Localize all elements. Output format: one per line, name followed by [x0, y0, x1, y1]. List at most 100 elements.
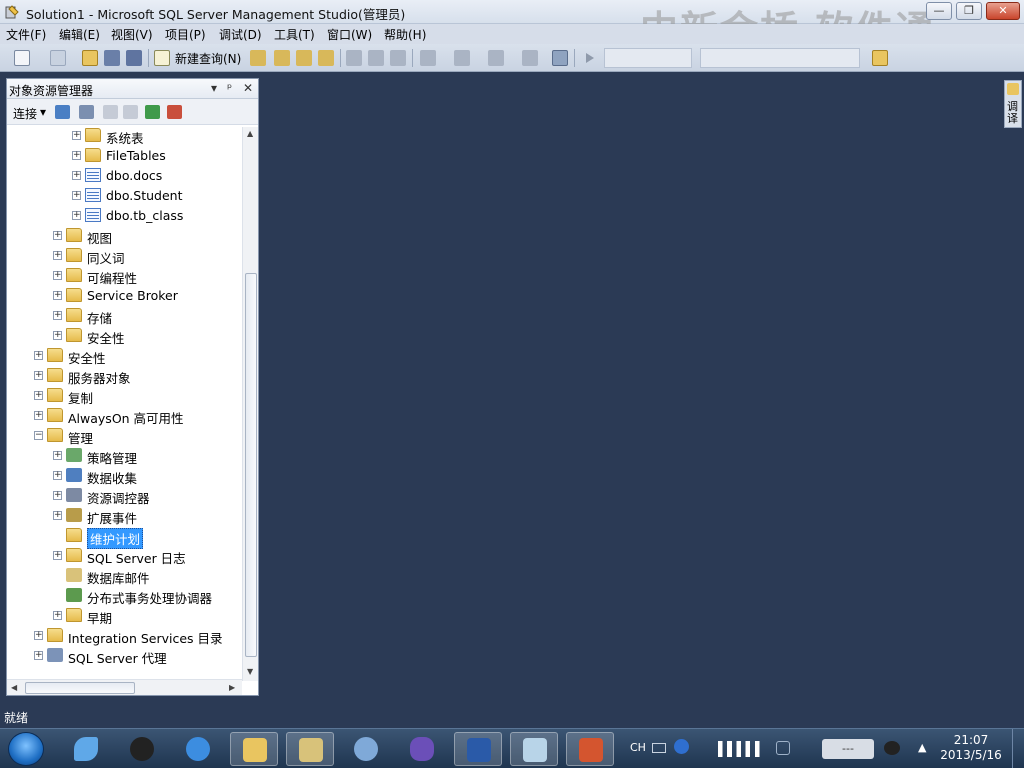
- expand-icon[interactable]: +: [72, 131, 81, 140]
- expand-icon[interactable]: +: [72, 191, 81, 200]
- expand-icon[interactable]: +: [53, 451, 62, 460]
- database-dropdown[interactable]: [700, 48, 860, 68]
- expand-icon[interactable]: +: [72, 171, 81, 180]
- expand-icon[interactable]: +: [72, 211, 81, 220]
- paste-icon[interactable]: [390, 50, 406, 66]
- analysis-dmx-query-icon[interactable]: [296, 50, 312, 66]
- vertical-scroll-thumb[interactable]: [245, 273, 257, 657]
- horizontal-scrollbar[interactable]: ◀ ▶: [7, 679, 242, 695]
- expand-icon[interactable]: +: [34, 411, 43, 420]
- side-panel-tab[interactable]: 调译: [1004, 80, 1022, 128]
- connect-button[interactable]: 连接: [13, 105, 37, 122]
- expand-icon[interactable]: +: [53, 511, 62, 520]
- expand-icon[interactable]: +: [53, 331, 62, 340]
- clock[interactable]: 21:07 2013/5/16: [940, 733, 1002, 763]
- menu-window[interactable]: 窗口(W): [327, 26, 372, 43]
- scroll-up-arrow-icon[interactable]: ▲: [247, 129, 253, 138]
- expand-icon[interactable]: +: [53, 311, 62, 320]
- redo-icon[interactable]: [454, 50, 470, 66]
- undo-icon[interactable]: [420, 50, 436, 66]
- taskbar-app-ssms[interactable]: [286, 732, 334, 766]
- menu-debug[interactable]: 调试(D): [219, 26, 262, 43]
- disconnect-icon[interactable]: [79, 105, 94, 119]
- tree-node-label: 资源调控器: [87, 491, 150, 506]
- database-engine-query-icon[interactable]: [250, 50, 266, 66]
- maximize-button[interactable]: ❐: [956, 2, 982, 20]
- expand-icon[interactable]: +: [53, 611, 62, 620]
- execute-icon[interactable]: [582, 50, 598, 66]
- activity-monitor-icon[interactable]: [552, 50, 568, 66]
- refresh-icon[interactable]: [145, 105, 160, 119]
- save-icon[interactable]: [104, 50, 120, 66]
- battery-indicator[interactable]: ---: [822, 739, 874, 759]
- copy-icon[interactable]: [368, 50, 384, 66]
- taskbar-app-ie[interactable]: [174, 732, 222, 766]
- scroll-down-arrow-icon[interactable]: ▼: [247, 667, 253, 676]
- menu-view[interactable]: 视图(V): [111, 26, 153, 43]
- taskbar-app-search[interactable]: [342, 732, 390, 766]
- panel-menu-dropdown[interactable]: ▾: [211, 81, 217, 95]
- stop-icon[interactable]: [103, 105, 118, 119]
- toolbar-options-icon[interactable]: [872, 50, 888, 66]
- menu-file[interactable]: 文件(F): [6, 26, 46, 43]
- help-icon[interactable]: [674, 739, 689, 754]
- expand-icon[interactable]: +: [53, 291, 62, 300]
- expand-icon[interactable]: +: [53, 551, 62, 560]
- signal-strength-icon[interactable]: [718, 741, 764, 757]
- add-item-icon[interactable]: [50, 50, 66, 66]
- solution-configuration-dropdown[interactable]: [604, 48, 692, 68]
- minimize-button[interactable]: —: [926, 2, 952, 20]
- analysis-xmla-query-icon[interactable]: [318, 50, 334, 66]
- pin-icon[interactable]: ᵖ: [227, 81, 232, 95]
- analysis-mdx-query-icon[interactable]: [274, 50, 290, 66]
- save-all-icon[interactable]: [126, 50, 142, 66]
- connect-dropdown-arrow[interactable]: ▾: [40, 105, 46, 119]
- expand-icon[interactable]: +: [53, 491, 62, 500]
- scroll-left-arrow-icon[interactable]: ◀: [11, 683, 17, 692]
- cut-icon[interactable]: [346, 50, 362, 66]
- expand-icon[interactable]: +: [34, 631, 43, 640]
- menu-tools[interactable]: 工具(T): [274, 26, 315, 43]
- close-button[interactable]: ✕: [986, 2, 1020, 20]
- taskbar-app-qq[interactable]: [118, 732, 166, 766]
- expand-icon[interactable]: +: [34, 371, 43, 380]
- expand-icon[interactable]: +: [34, 391, 43, 400]
- wireless-icon[interactable]: [776, 741, 790, 755]
- keyboard-icon[interactable]: [652, 743, 666, 753]
- panel-close-button[interactable]: ✕: [243, 81, 253, 95]
- collapse-icon[interactable]: −: [34, 431, 43, 440]
- connect-object-explorer-icon[interactable]: [55, 105, 70, 119]
- activity-monitor-icon[interactable]: [167, 105, 182, 119]
- taskbar-app-visual-studio[interactable]: [398, 732, 446, 766]
- taskbar-app-word[interactable]: [454, 732, 502, 766]
- navigate-backward-icon[interactable]: [488, 50, 504, 66]
- new-project-icon[interactable]: [14, 50, 30, 66]
- input-language-indicator[interactable]: CH: [630, 741, 646, 754]
- open-folder-icon[interactable]: [82, 50, 98, 66]
- menu-help[interactable]: 帮助(H): [384, 26, 426, 43]
- expand-icon[interactable]: +: [53, 251, 62, 260]
- scroll-right-arrow-icon[interactable]: ▶: [229, 683, 235, 692]
- show-hidden-icons-icon[interactable]: ▲: [918, 741, 926, 754]
- expand-icon[interactable]: +: [53, 471, 62, 480]
- show-desktop-button[interactable]: [1012, 729, 1024, 768]
- taskbar-app-notes[interactable]: [510, 732, 558, 766]
- power-plug-icon[interactable]: [884, 741, 900, 755]
- horizontal-scroll-thumb[interactable]: [25, 682, 135, 694]
- expand-icon[interactable]: +: [34, 351, 43, 360]
- taskbar-app-explorer[interactable]: [230, 732, 278, 766]
- start-button[interactable]: [8, 732, 44, 766]
- navigate-forward-icon[interactable]: [522, 50, 538, 66]
- taskbar-app-bird[interactable]: [62, 732, 110, 766]
- expand-icon[interactable]: +: [53, 271, 62, 280]
- new-query-button[interactable]: 新建查询(N): [175, 50, 241, 67]
- expand-icon[interactable]: +: [34, 651, 43, 660]
- menu-edit[interactable]: 编辑(E): [59, 26, 100, 43]
- expand-icon[interactable]: +: [53, 231, 62, 240]
- filter-icon[interactable]: [123, 105, 138, 119]
- taskbar-app-powerpoint[interactable]: [566, 732, 614, 766]
- menu-project[interactable]: 项目(P): [165, 26, 206, 43]
- vertical-scrollbar[interactable]: ▲ ▼: [242, 127, 258, 681]
- expand-icon[interactable]: +: [72, 151, 81, 160]
- new-query-icon[interactable]: [154, 50, 170, 66]
